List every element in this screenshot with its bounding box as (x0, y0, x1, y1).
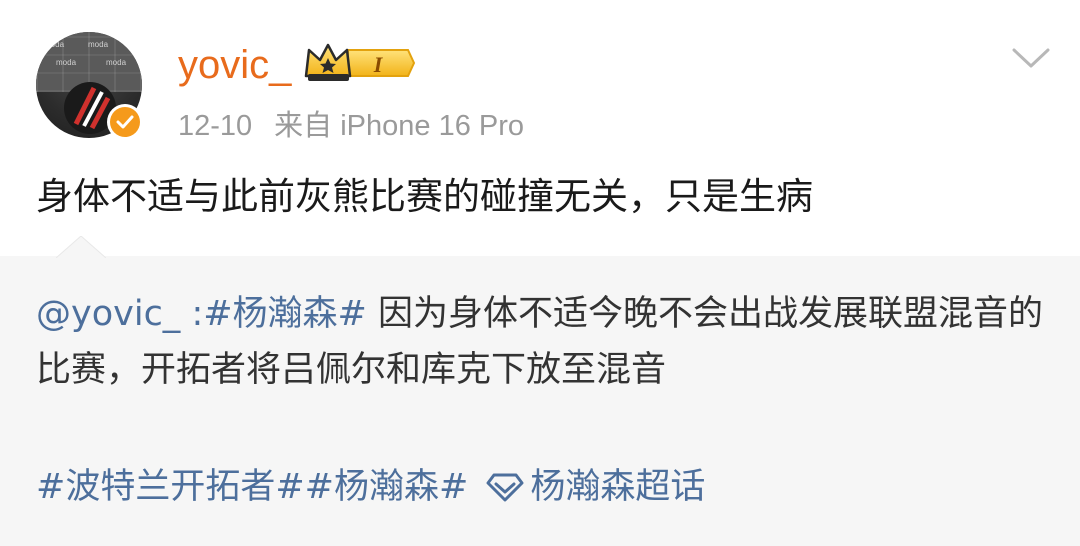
repost-text: @yovic_ :#杨瀚森# 因为身体不适今晚不会出战发展联盟混音的比赛，开拓者… (36, 286, 1046, 398)
avatar-wall-text: moda (44, 40, 65, 49)
verified-badge-icon (107, 104, 143, 140)
post-meta: 12-10 来自 iPhone 16 Pro (178, 108, 524, 144)
mention-link[interactable]: @yovic_ (36, 294, 180, 334)
level-badge-text: I (373, 52, 384, 77)
mention-separator: : (180, 294, 204, 334)
post-source: 来自 iPhone 16 Pro (274, 110, 525, 142)
topic-link[interactable]: #杨瀚森# (203, 294, 367, 334)
username-link[interactable]: yovic_ (178, 40, 291, 90)
crown-icon: I (304, 43, 416, 81)
topic-link[interactable]: #波特兰开拓者# (36, 467, 305, 507)
weibo-post: moda moda moda moda yovic_ I 12-10 来自 iP… (0, 0, 1080, 546)
topic-link[interactable]: #杨瀚森# (305, 467, 469, 507)
topic-row: #波特兰开拓者##杨瀚森# 杨瀚森超话 (36, 462, 705, 512)
avatar-wall-text: moda (56, 58, 77, 67)
post-text: 身体不适与此前灰熊比赛的碰撞无关，只是生病 (36, 175, 813, 218)
chevron-down-icon[interactable] (1010, 42, 1052, 72)
post-date: 12-10 (178, 110, 253, 142)
supertopic-link[interactable]: 杨瀚森超话 (530, 467, 705, 507)
avatar-wall-text: moda (88, 40, 109, 49)
diamond-supertopic-icon (486, 473, 524, 502)
repost-pointer (56, 236, 106, 258)
avatar-wall-text: moda (106, 58, 127, 67)
